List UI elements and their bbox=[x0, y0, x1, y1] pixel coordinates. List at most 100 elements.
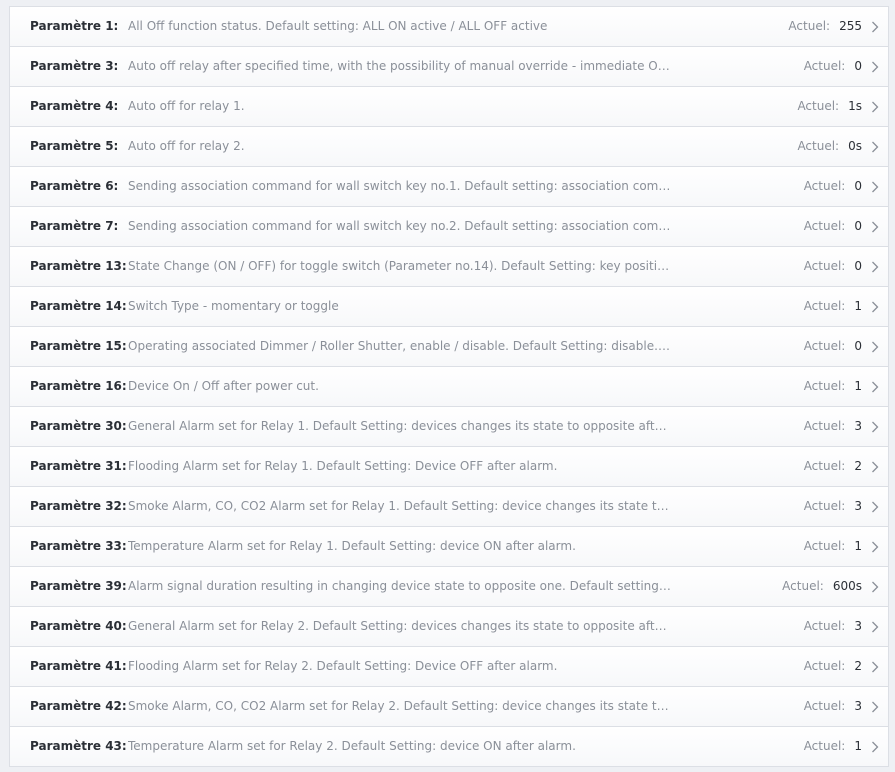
parameter-current: Actuel: 1 bbox=[804, 527, 862, 566]
parameter-label: Paramètre 13: bbox=[30, 259, 127, 273]
parameter-row[interactable]: Paramètre 5: Auto off for relay 2. Actue… bbox=[9, 126, 889, 166]
parameter-label: Paramètre 33: bbox=[30, 539, 127, 553]
parameter-value: 255 bbox=[839, 19, 862, 33]
parameter-description: General Alarm set for Relay 2. Default S… bbox=[128, 619, 673, 633]
parameter-row[interactable]: Paramètre 32: Smoke Alarm, CO, CO2 Alarm… bbox=[9, 486, 889, 526]
chevron-right-icon[interactable] bbox=[862, 47, 888, 86]
parameter-label: Paramètre 16: bbox=[30, 379, 127, 393]
parameter-label: Paramètre 3: bbox=[30, 59, 119, 73]
parameter-description: All Off function status. Default setting… bbox=[128, 19, 548, 33]
parameter-row[interactable]: Paramètre 39: Alarm signal duration resu… bbox=[9, 566, 889, 606]
actual-label: Actuel: bbox=[803, 259, 846, 273]
parameter-row[interactable]: Paramètre 7: Sending association command… bbox=[9, 206, 889, 246]
parameter-row[interactable]: Paramètre 15: Operating associated Dimme… bbox=[9, 326, 889, 366]
parameter-row[interactable]: Paramètre 14: Switch Type - momentary or… bbox=[9, 286, 889, 326]
chevron-right-icon[interactable] bbox=[862, 287, 888, 326]
parameter-value: 1 bbox=[854, 539, 862, 553]
actual-label: Actuel: bbox=[803, 419, 846, 433]
parameter-label: Paramètre 14: bbox=[30, 299, 127, 313]
parameter-row[interactable]: Paramètre 6: Sending association command… bbox=[9, 166, 889, 206]
parameter-current: Actuel: 3 bbox=[804, 687, 862, 726]
chevron-right-icon[interactable] bbox=[862, 447, 888, 486]
chevron-right-icon[interactable] bbox=[862, 207, 888, 246]
parameter-description: Sending association command for wall swi… bbox=[128, 179, 673, 193]
parameter-label: Paramètre 42: bbox=[30, 699, 127, 713]
chevron-right-icon[interactable] bbox=[862, 727, 888, 766]
chevron-right-icon[interactable] bbox=[862, 87, 888, 126]
parameter-description: Device On / Off after power cut. bbox=[128, 379, 319, 393]
chevron-right-icon[interactable] bbox=[862, 607, 888, 646]
parameter-description: Switch Type - momentary or toggle bbox=[128, 299, 339, 313]
parameter-label: Paramètre 31: bbox=[30, 459, 127, 473]
parameter-row[interactable]: Paramètre 43: Temperature Alarm set for … bbox=[9, 726, 889, 767]
parameter-value: 0 bbox=[854, 219, 862, 233]
parameter-current: Actuel: 2 bbox=[804, 647, 862, 686]
parameter-value: 0 bbox=[854, 59, 862, 73]
parameter-current: Actuel: 255 bbox=[788, 7, 862, 46]
chevron-right-icon[interactable] bbox=[862, 367, 888, 406]
chevron-right-icon[interactable] bbox=[862, 687, 888, 726]
actual-label: Actuel: bbox=[797, 139, 840, 153]
parameter-current: Actuel: 600s bbox=[782, 567, 862, 606]
parameter-description: State Change (ON / OFF) for toggle switc… bbox=[128, 259, 673, 273]
parameter-current: Actuel: 2 bbox=[804, 447, 862, 486]
chevron-right-icon[interactable] bbox=[862, 327, 888, 366]
actual-label: Actuel: bbox=[803, 539, 846, 553]
parameter-current: Actuel: 1 bbox=[804, 287, 862, 326]
chevron-right-icon[interactable] bbox=[862, 167, 888, 206]
parameter-row[interactable]: Paramètre 42: Smoke Alarm, CO, CO2 Alarm… bbox=[9, 686, 889, 726]
parameter-description: Operating associated Dimmer / Roller Shu… bbox=[128, 339, 673, 353]
parameter-label: Paramètre 5: bbox=[30, 139, 119, 153]
parameter-row[interactable]: Paramètre 31: Flooding Alarm set for Rel… bbox=[9, 446, 889, 486]
actual-label: Actuel: bbox=[803, 379, 846, 393]
parameter-current: Actuel: 1 bbox=[804, 727, 862, 766]
parameter-value: 1 bbox=[854, 739, 862, 753]
parameter-row[interactable]: Paramètre 33: Temperature Alarm set for … bbox=[9, 526, 889, 566]
parameter-current: Actuel: 0s bbox=[797, 127, 862, 166]
parameter-value: 2 bbox=[854, 659, 862, 673]
parameter-value: 0 bbox=[854, 339, 862, 353]
parameter-row[interactable]: Paramètre 40: General Alarm set for Rela… bbox=[9, 606, 889, 646]
parameter-row[interactable]: Paramètre 30: General Alarm set for Rela… bbox=[9, 406, 889, 446]
parameter-label: Paramètre 39: bbox=[30, 579, 127, 593]
actual-label: Actuel: bbox=[788, 19, 831, 33]
parameter-current: Actuel: 0 bbox=[804, 327, 862, 366]
parameter-list: Paramètre 1: All Off function status. De… bbox=[9, 6, 889, 767]
actual-label: Actuel: bbox=[803, 499, 846, 513]
parameter-row[interactable]: Paramètre 16: Device On / Off after powe… bbox=[9, 366, 889, 406]
parameter-current: Actuel: 3 bbox=[804, 487, 862, 526]
chevron-right-icon[interactable] bbox=[862, 7, 888, 46]
parameter-current: Actuel: 0 bbox=[804, 207, 862, 246]
actual-label: Actuel: bbox=[803, 459, 846, 473]
parameter-label: Paramètre 4: bbox=[30, 99, 119, 113]
parameter-value: 3 bbox=[854, 699, 862, 713]
parameter-row[interactable]: Paramètre 4: Auto off for relay 1. Actue… bbox=[9, 86, 889, 126]
chevron-right-icon[interactable] bbox=[862, 127, 888, 166]
parameter-description: Auto off for relay 2. bbox=[128, 139, 245, 153]
actual-label: Actuel: bbox=[803, 699, 846, 713]
actual-label: Actuel: bbox=[803, 619, 846, 633]
chevron-right-icon[interactable] bbox=[862, 247, 888, 286]
actual-label: Actuel: bbox=[782, 579, 824, 593]
parameter-label: Paramètre 1: bbox=[30, 19, 119, 33]
parameter-current: Actuel: 0 bbox=[804, 167, 862, 206]
parameter-value: 1 bbox=[854, 299, 862, 313]
chevron-right-icon[interactable] bbox=[862, 647, 888, 686]
parameter-row[interactable]: Paramètre 1: All Off function status. De… bbox=[9, 6, 889, 46]
parameter-label: Paramètre 6: bbox=[30, 179, 119, 193]
actual-label: Actuel: bbox=[803, 179, 846, 193]
parameter-row[interactable]: Paramètre 41: Flooding Alarm set for Rel… bbox=[9, 646, 889, 686]
chevron-right-icon[interactable] bbox=[862, 487, 888, 526]
chevron-right-icon[interactable] bbox=[862, 407, 888, 446]
actual-label: Actuel: bbox=[797, 99, 840, 113]
parameter-description: Flooding Alarm set for Relay 1. Default … bbox=[128, 459, 558, 473]
parameter-current: Actuel: 0 bbox=[804, 47, 862, 86]
parameter-row[interactable]: Paramètre 13: State Change (ON / OFF) fo… bbox=[9, 246, 889, 286]
chevron-right-icon[interactable] bbox=[862, 527, 888, 566]
parameter-label: Paramètre 7: bbox=[30, 219, 119, 233]
parameter-description: Smoke Alarm, CO, CO2 Alarm set for Relay… bbox=[128, 699, 673, 713]
chevron-right-icon[interactable] bbox=[862, 567, 888, 606]
parameter-row[interactable]: Paramètre 3: Auto off relay after specif… bbox=[9, 46, 889, 86]
parameter-description: Temperature Alarm set for Relay 2. Defau… bbox=[128, 739, 576, 753]
parameter-current: Actuel: 1s bbox=[797, 87, 862, 126]
